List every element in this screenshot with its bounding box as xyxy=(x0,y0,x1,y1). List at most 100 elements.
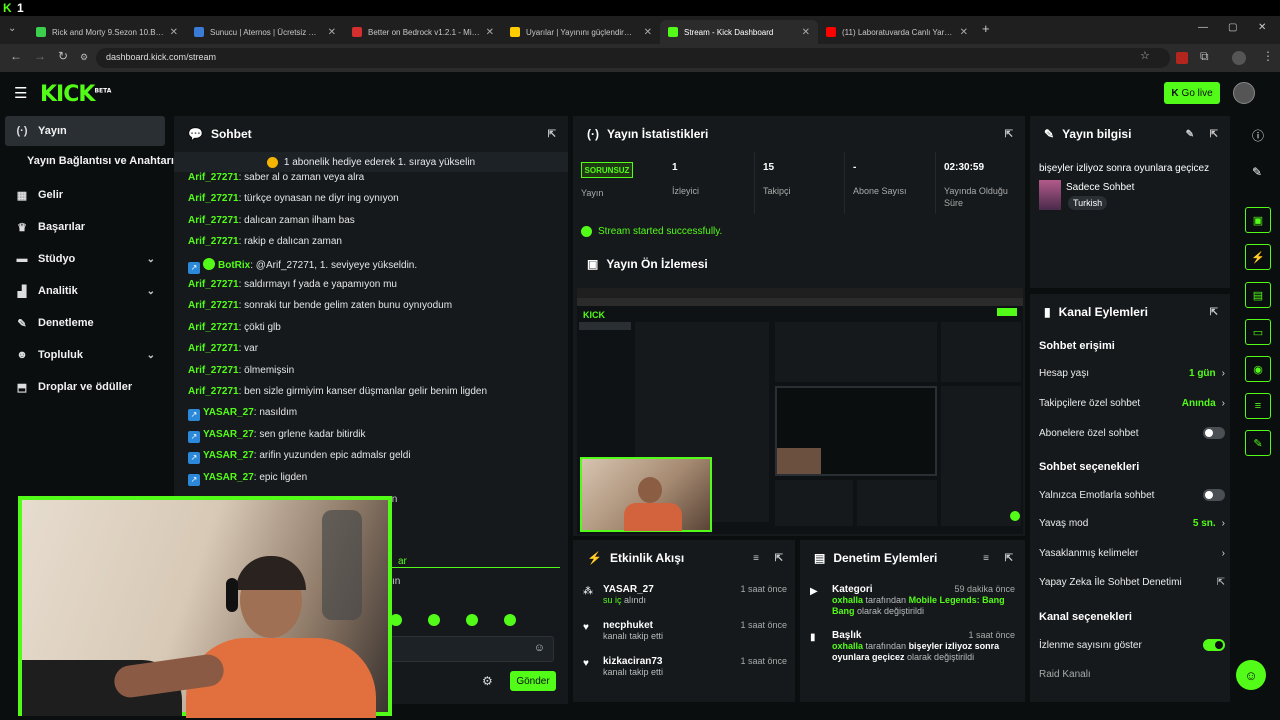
chat-username[interactable]: Arif_27271 xyxy=(188,236,239,247)
browser-tab-active[interactable]: Stream - Kick Dashboard ✕ xyxy=(660,20,818,44)
sidebar-item-topluluk[interactable]: ☻ Topluluk ⌄ xyxy=(5,340,165,370)
emote-icon[interactable] xyxy=(466,614,478,626)
back-icon[interactable]: ← xyxy=(10,49,22,63)
tab-list-chevron-icon[interactable]: ⌄ xyxy=(8,23,16,34)
lightning-icon[interactable]: ⚡ xyxy=(1245,244,1271,270)
list-icon[interactable]: ≡ xyxy=(1245,393,1271,419)
sidebar-item-yayin[interactable]: (·) Yayın xyxy=(5,116,165,146)
sidebar-item-denetleme[interactable]: ✎ Denetleme xyxy=(5,308,165,338)
emote-icon[interactable] xyxy=(428,614,440,626)
revenue-icon: ▦ xyxy=(16,189,28,202)
emoji-icon[interactable]: ☺ xyxy=(534,642,545,654)
forward-icon[interactable]: → xyxy=(34,49,46,63)
reload-icon[interactable]: ↻ xyxy=(58,49,68,63)
browser-tab[interactable]: Sunucu | Aternos | Ücretsiz Minecraft✕ xyxy=(186,20,344,44)
camera-icon[interactable]: ▣ xyxy=(1245,207,1271,233)
emotes-only-toggle[interactable] xyxy=(1203,489,1225,501)
emote-icon[interactable] xyxy=(504,614,516,626)
new-tab-button[interactable]: + xyxy=(982,21,990,36)
chat-message: Arif_27271: türkçe oynasan ne diyr ing o… xyxy=(188,193,399,204)
clipboard-icon[interactable]: ▤ xyxy=(1245,282,1271,308)
popout-icon[interactable]: ⇱ xyxy=(1210,307,1218,318)
help-chat-icon[interactable]: ☺ xyxy=(1236,660,1266,690)
go-live-button[interactable]: K Go live xyxy=(1164,82,1220,104)
browser-tab[interactable]: Rick and Morty 9.Sezon 10.Bölüm ✕ xyxy=(28,20,186,44)
info-icon[interactable]: ⓘ xyxy=(1252,127,1264,144)
tab-close-icon[interactable]: ✕ xyxy=(802,27,810,38)
chat-settings-gear-icon[interactable]: ⚙ xyxy=(482,674,493,688)
broadcast-icon[interactable]: ◉ xyxy=(1245,356,1271,382)
raid-channel-row[interactable]: Raid Kanalı xyxy=(1039,669,1225,680)
extension-icon[interactable] xyxy=(1176,52,1188,64)
popout-icon[interactable]: ⇱ xyxy=(775,553,783,564)
account-age-row[interactable]: Hesap yaşı 1 gün › xyxy=(1039,368,1225,379)
chevron-down-icon[interactable]: ⌄ xyxy=(147,286,155,297)
followers-only-row[interactable]: Takipçilere özel sohbet Anında › xyxy=(1039,398,1225,409)
chat-username[interactable]: YASAR_27 xyxy=(203,429,254,440)
chat-username[interactable]: Arif_27271 xyxy=(188,172,239,183)
sidebar-item-basarilar[interactable]: ♛ Başarılar xyxy=(5,212,165,242)
chat-username[interactable]: BotRix xyxy=(218,260,250,271)
profile-icon[interactable] xyxy=(1232,51,1246,65)
close-window-icon[interactable]: ✕ xyxy=(1258,22,1266,33)
chat-username[interactable]: Arif_27271 xyxy=(188,343,239,354)
chat-username[interactable]: Arif_27271 xyxy=(188,300,239,311)
chat-bubble-icon[interactable]: ▭ xyxy=(1245,319,1271,345)
subs-only-toggle[interactable] xyxy=(1203,427,1225,439)
tab-close-icon[interactable]: ✕ xyxy=(486,27,494,38)
bookmark-star-icon[interactable]: ☆ xyxy=(1140,49,1150,62)
ai-moderation-row[interactable]: Yapay Zeka İle Sohbet Denetimi ⇱ xyxy=(1039,577,1225,588)
minimize-icon[interactable]: — xyxy=(1198,22,1208,33)
chat-username[interactable]: YASAR_27 xyxy=(203,407,254,418)
sidebar-item-stream-key[interactable]: Yayın Bağlantısı ve Anahtarı xyxy=(5,146,174,176)
chat-username[interactable]: YASAR_27 xyxy=(203,472,254,483)
chat-username[interactable]: Arif_27271 xyxy=(188,386,239,397)
activity-action-rest: alındı xyxy=(621,595,647,605)
chat-username[interactable]: Arif_27271 xyxy=(188,279,239,290)
chat-input[interactable]: ☺ xyxy=(374,636,554,662)
sidebar-item-droplar[interactable]: ⬒ Droplar ve ödüller xyxy=(5,372,165,402)
send-button[interactable]: Gönder xyxy=(510,671,556,691)
kick-logo[interactable]: KICKBETA xyxy=(40,82,111,107)
banned-words-row[interactable]: Yasaklanmış kelimeler › xyxy=(1039,548,1225,559)
browser-tab[interactable]: Uyarılar | Yayınını güçlendirmek ✕ xyxy=(502,20,660,44)
pinned-gift-banner[interactable]: 1 abonelik hediye ederek 1. sıraya yükse… xyxy=(174,152,568,172)
show-viewers-toggle[interactable] xyxy=(1203,639,1225,651)
filter-icon[interactable]: ≡ xyxy=(753,553,759,564)
chevron-down-icon[interactable]: ⌄ xyxy=(147,254,155,265)
popout-icon[interactable]: ⇱ xyxy=(1005,553,1013,564)
chat-username[interactable]: YASAR_27 xyxy=(203,450,254,461)
popout-icon[interactable]: ⇱ xyxy=(1005,129,1013,140)
sidebar-item-analitik[interactable]: ▟ Analitik ⌄ xyxy=(5,276,165,306)
stream-category[interactable]: Sadece Sohbet xyxy=(1066,182,1134,193)
popout-icon[interactable]: ⇱ xyxy=(548,129,556,140)
tab-close-icon[interactable]: ✕ xyxy=(170,27,178,38)
tab-close-icon[interactable]: ✕ xyxy=(960,27,968,38)
browser-tab[interactable]: Better on Bedrock v1.2.1 - Minecraft✕ xyxy=(344,20,502,44)
address-bar[interactable]: dashboard.kick.com/stream xyxy=(96,48,1170,68)
maximize-icon[interactable]: ▢ xyxy=(1228,22,1237,33)
wrench-icon[interactable]: ✎ xyxy=(1245,430,1271,456)
sidebar-item-gelir[interactable]: ▦ Gelir xyxy=(5,180,165,210)
edit-pencil-icon[interactable]: ✎ xyxy=(1252,165,1262,179)
chat-username[interactable]: Arif_27271 xyxy=(188,215,239,226)
chat-username[interactable]: Arif_27271 xyxy=(188,365,239,376)
edit-pencil-icon[interactable]: ✎ xyxy=(1186,129,1194,140)
chat-username[interactable]: Arif_27271 xyxy=(188,322,239,333)
popout-icon[interactable]: ⇱ xyxy=(1210,129,1218,140)
stream-tag[interactable]: Turkish xyxy=(1068,196,1108,210)
browser-tab[interactable]: (11) Laboratuvarda Canlı Yaratık ✕ xyxy=(818,20,976,44)
filter-icon[interactable]: ≡ xyxy=(983,553,989,564)
hamburger-menu-icon[interactable]: ☰ xyxy=(14,84,27,102)
site-info-icon[interactable]: ⚙ xyxy=(80,52,88,63)
svg-text:KICK: KICK xyxy=(583,310,605,320)
chat-username[interactable]: Arif_27271 xyxy=(188,193,239,204)
tab-close-icon[interactable]: ✕ xyxy=(328,27,336,38)
tab-close-icon[interactable]: ✕ xyxy=(644,27,652,38)
slow-mode-row[interactable]: Yavaş mod 5 sn. › xyxy=(1039,518,1225,529)
menu-kebab-icon[interactable]: ⋮ xyxy=(1262,49,1274,63)
chevron-down-icon[interactable]: ⌄ xyxy=(147,350,155,361)
extensions-puzzle-icon[interactable]: ⧉ xyxy=(1200,49,1209,64)
user-avatar[interactable] xyxy=(1233,82,1255,104)
sidebar-item-studyo[interactable]: ▬ Stüdyo ⌄ xyxy=(5,244,165,274)
